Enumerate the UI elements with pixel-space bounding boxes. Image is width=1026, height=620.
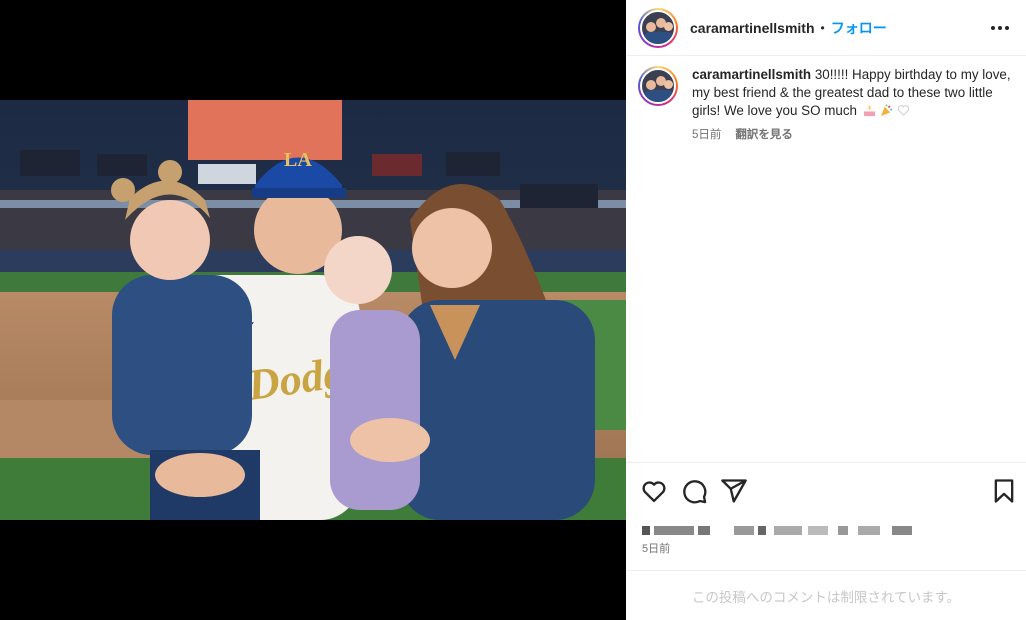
translate-link[interactable]: 翻訳を見る <box>735 126 793 142</box>
family-photo-image: LA Dodg <box>0 100 626 520</box>
share-icon[interactable] <box>720 477 748 505</box>
caption-username[interactable]: caramartinellsmith <box>692 67 811 82</box>
comments-disabled-notice: この投稿へのコメントは制限されています。 <box>626 570 1026 620</box>
caption: caramartinellsmith 30!!!!! Happy birthda… <box>638 66 1014 142</box>
svg-text:LA: LA <box>284 149 312 171</box>
bookmark-icon[interactable] <box>990 477 1018 505</box>
post-timestamp[interactable]: 5日前 <box>642 540 670 556</box>
likes-redacted <box>642 523 922 537</box>
post-header: caramartinellsmith • フォロー <box>626 0 1026 56</box>
caption-time[interactable]: 5日前 <box>692 126 721 142</box>
avatar[interactable] <box>638 7 678 48</box>
caption-meta: 5日前 翻訳を見る <box>692 126 1012 142</box>
follow-button[interactable]: フォロー <box>831 18 887 38</box>
separator-dot: • <box>820 20 825 35</box>
heart-icon[interactable] <box>640 477 668 505</box>
caption-body: caramartinellsmith 30!!!!! Happy birthda… <box>692 66 1012 142</box>
caption-avatar-image <box>640 68 676 104</box>
caption-avatar[interactable] <box>638 66 678 106</box>
caption-text: caramartinellsmith 30!!!!! Happy birthda… <box>692 66 1012 120</box>
action-bar <box>626 462 1026 522</box>
white-heart-emoji-icon <box>897 105 909 116</box>
avatar-image <box>640 9 676 46</box>
comment-icon[interactable] <box>680 477 708 505</box>
post-side-panel: caramartinellsmith • フォロー caramartinells… <box>626 0 1026 620</box>
username[interactable]: caramartinellsmith <box>690 20 815 36</box>
more-options-icon[interactable] <box>988 16 1012 40</box>
media-panel: LA Dodg <box>0 0 626 620</box>
party-popper-emoji-icon <box>880 104 892 117</box>
post-photo[interactable]: LA Dodg <box>0 100 626 520</box>
birthday-cake-emoji-icon <box>863 105 875 117</box>
